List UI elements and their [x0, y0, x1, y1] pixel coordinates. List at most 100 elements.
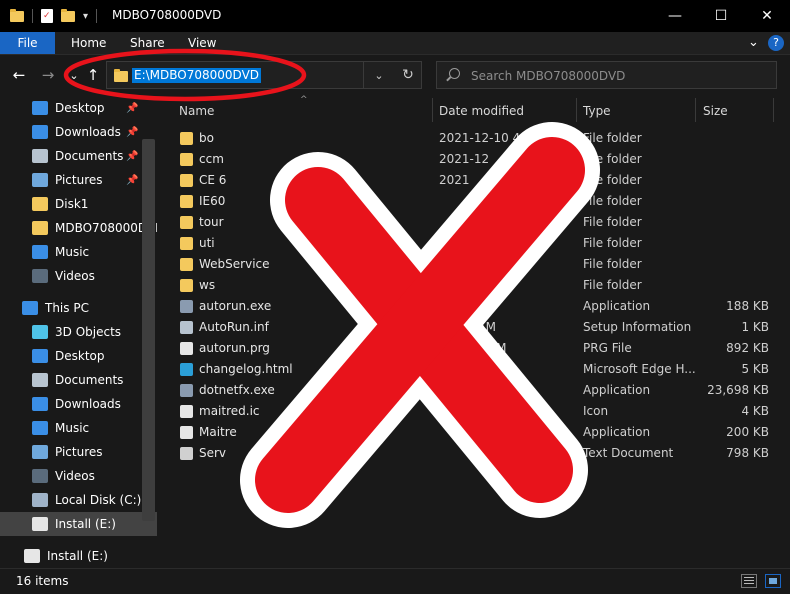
column-divider[interactable] — [695, 98, 696, 122]
file-date-modified: 2021-12-10 4 — [439, 131, 521, 145]
forward-button[interactable]: → — [37, 64, 59, 86]
column-header-size[interactable]: Size — [703, 98, 728, 124]
column-header-date-modified[interactable]: Date modified — [439, 98, 524, 124]
large-icons-view-button[interactable] — [765, 574, 781, 588]
column-divider[interactable] — [432, 98, 433, 122]
file-date-modified: 6 AM — [439, 299, 470, 313]
maximize-button[interactable]: ☐ — [698, 0, 744, 32]
sidebar-item-label: Install (E:) — [55, 517, 116, 531]
sidebar-item-install-e[interactable]: Install (E:) — [0, 544, 157, 568]
window-title: MDBO708000DVD — [112, 8, 222, 22]
search-input[interactable] — [469, 66, 763, 86]
file-name: tour — [199, 215, 224, 229]
sidebar-item-videos[interactable]: Videos — [0, 264, 157, 288]
details-view-button[interactable] — [741, 574, 757, 588]
sidebar-scrollbar[interactable] — [142, 139, 155, 521]
sidebar-item-install-e[interactable]: Install (E:) — [0, 512, 157, 536]
folder-icon — [180, 195, 193, 208]
sidebar-item-pictures[interactable]: Pictures 📌 — [0, 168, 157, 192]
sidebar-item-music[interactable]: Music — [0, 240, 157, 264]
sidebar-item-this-pc[interactable]: This PC — [0, 296, 157, 320]
file-row[interactable]: uti File folder — [177, 233, 777, 254]
folder-icon — [180, 279, 193, 292]
file-name: maitred.ic — [199, 404, 260, 418]
close-button[interactable]: ✕ — [744, 0, 790, 32]
install-drive-icon — [24, 549, 40, 563]
tab-home[interactable]: Home — [71, 32, 106, 54]
file-row[interactable]: Serv Text Document 798 KB — [177, 443, 777, 464]
sidebar-item-pictures[interactable]: Pictures — [0, 440, 157, 464]
file-list: ^ Name Date modified Type Size bo 2021-12… — [157, 95, 790, 568]
pictures-icon — [32, 173, 48, 187]
file-size: 892 KB — [726, 341, 769, 355]
file-row[interactable]: WebService File folder — [177, 254, 777, 275]
customize-toolbar-icon[interactable]: ▾ — [83, 11, 88, 22]
sidebar-item-downloads[interactable]: Downloads — [0, 392, 157, 416]
file-row[interactable]: maitred.ic AM Icon 4 KB — [177, 401, 777, 422]
sidebar-item-desktop[interactable]: Desktop 📌 — [0, 96, 157, 120]
application-icon — [180, 300, 193, 313]
sidebar-item-3d-objects[interactable]: 3D Objects — [0, 320, 157, 344]
pictures-icon — [32, 445, 48, 459]
toolbar-divider — [32, 9, 33, 23]
search-box[interactable] — [436, 61, 777, 89]
sidebar-item-desktop[interactable]: Desktop — [0, 344, 157, 368]
sidebar-item-label: Pictures — [55, 173, 103, 187]
file-row[interactable]: dotnetfx.exe AM Application 23,698 KB — [177, 380, 777, 401]
file-row[interactable]: ws File folder — [177, 275, 777, 296]
sidebar-item-music[interactable]: Music — [0, 416, 157, 440]
tab-file[interactable]: File — [0, 32, 55, 54]
edge-icon — [180, 363, 193, 376]
file-row[interactable]: AutoRun.inf 10:29 AM Setup Information 1 KB — [177, 317, 777, 338]
column-header-name[interactable]: Name — [179, 98, 214, 124]
file-name: bo — [199, 131, 214, 145]
file-name: CE 6 — [199, 173, 227, 187]
back-button[interactable]: ← — [8, 64, 30, 86]
file-row[interactable]: ccm 2021-12 File folder — [177, 149, 777, 170]
column-divider[interactable] — [773, 98, 774, 122]
file-type: Setup Information — [583, 320, 692, 334]
file-type: File folder — [583, 278, 642, 292]
sidebar-item-documents[interactable]: Documents 📌 — [0, 144, 157, 168]
address-text[interactable]: E:\MDBO708000DVD — [132, 68, 262, 83]
address-bar[interactable]: E:\MDBO708000DVD ⌄ ↻ — [106, 61, 422, 89]
file-type: File folder — [583, 215, 642, 229]
help-button[interactable]: ? — [768, 35, 784, 51]
refresh-button[interactable]: ↻ — [394, 62, 422, 88]
column-header-type[interactable]: Type — [583, 98, 611, 124]
file-row[interactable]: autorun.prg 0 12:00 PM PRG File 892 KB — [177, 338, 777, 359]
file-row[interactable]: Maitre Application 200 KB — [177, 422, 777, 443]
minimize-button[interactable]: — — [652, 0, 698, 32]
quick-access-toolbar: ✓ ▾ — [10, 7, 98, 25]
sidebar-item-downloads[interactable]: Downloads 📌 — [0, 120, 157, 144]
expand-ribbon-icon[interactable]: ⌄ — [748, 32, 759, 54]
sidebar-item-disk1[interactable]: Disk1 — [0, 192, 157, 216]
file-size: 798 KB — [726, 446, 769, 460]
file-row[interactable]: changelog.html 17 AM Microsoft Edge H... 5 … — [177, 359, 777, 380]
folder-icon — [10, 8, 24, 22]
sidebar-item-videos[interactable]: Videos — [0, 464, 157, 488]
file-row[interactable]: IE60 File folder — [177, 191, 777, 212]
sidebar-item-label: Desktop — [55, 349, 105, 363]
this-pc-icon — [22, 301, 38, 315]
sidebar-item-documents[interactable]: Documents — [0, 368, 157, 392]
folder-icon — [180, 258, 193, 271]
tab-view[interactable]: View — [188, 32, 216, 54]
new-folder-icon[interactable] — [61, 8, 75, 22]
pin-icon: 📌 — [126, 102, 139, 114]
sidebar-item-local-disk-c[interactable]: Local Disk (C:) — [0, 488, 157, 512]
file-type: PRG File — [583, 341, 632, 355]
column-divider[interactable] — [576, 98, 577, 122]
up-button[interactable]: ↑ — [82, 64, 104, 86]
file-row[interactable]: autorun.exe 6 AM Application 188 KB — [177, 296, 777, 317]
file-icon — [180, 342, 193, 355]
file-type: File folder — [583, 152, 642, 166]
file-row[interactable]: CE 6 2021 File folder — [177, 170, 777, 191]
sidebar-item-mdbo708000dvd[interactable]: MDBO708000DVD — [0, 216, 157, 240]
properties-icon[interactable]: ✓ — [41, 9, 53, 23]
tab-share[interactable]: Share — [130, 32, 165, 54]
file-row[interactable]: tour File folder — [177, 212, 777, 233]
address-dropdown-button[interactable]: ⌄ — [363, 62, 394, 88]
file-row[interactable]: bo 2021-12-10 4 File folder — [177, 128, 777, 149]
file-type: File folder — [583, 194, 642, 208]
